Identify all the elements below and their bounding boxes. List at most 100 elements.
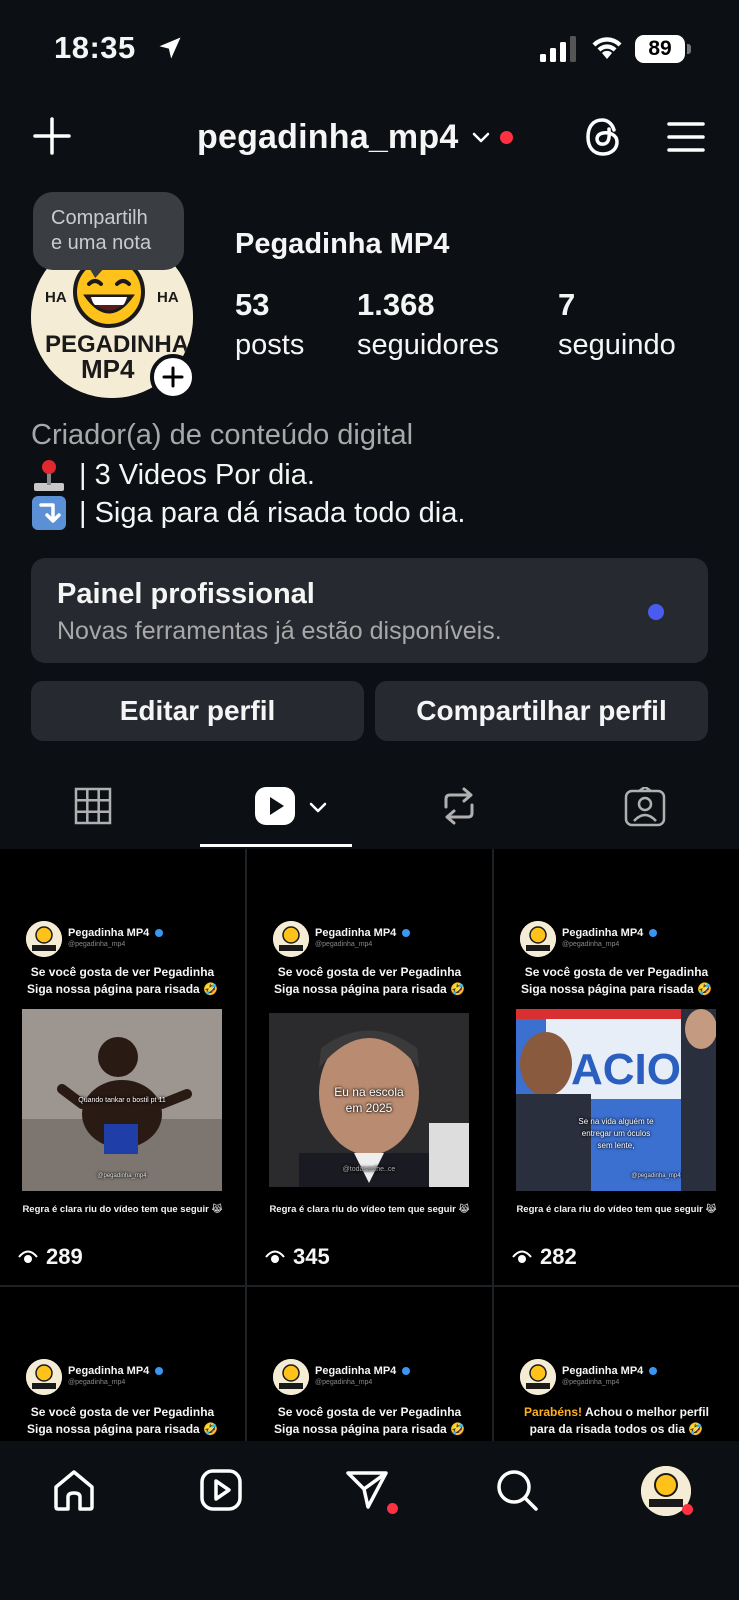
share-profile-button[interactable]: Compartilhar perfil [375, 681, 708, 741]
tile-caption: Parabéns! Achou o melhor perfil para da … [494, 1404, 739, 1438]
reel-tile[interactable]: Pegadinha MP4 @pegadinha_mp4 Se você gost… [0, 849, 245, 1285]
video-overlay-text-3: sem lente, [597, 1141, 635, 1150]
display-name: Pegadinha MP4 [235, 228, 450, 260]
location-arrow-icon [159, 37, 181, 59]
panel-indicator-dot [648, 604, 664, 620]
bio-text-2: | Siga para dá risada todo dia. [79, 496, 466, 529]
add-story-button[interactable] [150, 354, 196, 400]
reel-tile[interactable]: Pegadinha MP4 @pegadinha_mp4 Se você gost… [494, 849, 739, 1285]
direct-icon[interactable] [344, 1467, 390, 1513]
mini-avatar [520, 1359, 556, 1395]
tile-account-name: Pegadinha MP4 [68, 927, 150, 939]
stat-posts[interactable]: 53 posts [235, 287, 304, 362]
stat-following[interactable]: 7 seguindo [558, 287, 676, 362]
bio-line-1: | 3 Videos Por dia. [31, 457, 315, 493]
username: pegadinha_mp4 [197, 117, 459, 156]
edit-profile-button[interactable]: Editar perfil [31, 681, 364, 741]
tile-account-header: Pegadinha MP4 @pegadinha_mp4 [273, 921, 411, 957]
reels-grid: Pegadinha MP4 @pegadinha_mp4 Se você gost… [0, 849, 739, 1441]
plus-icon[interactable] [32, 116, 72, 156]
svg-text:MP4: MP4 [81, 354, 135, 384]
eye-icon [18, 1250, 38, 1263]
tile-rule-text: Regra é clara riu do vídeo tem que segui… [516, 1204, 717, 1215]
view-count-value: 345 [293, 1244, 330, 1269]
caption-line-2: para da risada todos os dia 🤣 [529, 1422, 704, 1436]
reels-icon[interactable] [198, 1467, 244, 1513]
caption-line-1: Se você gosta de ver Pegadinha [30, 965, 215, 979]
stat-followers[interactable]: 1.368 seguidores [357, 287, 499, 362]
bio-text-1: | 3 Videos Por dia. [79, 458, 315, 491]
video-watermark: @pegadinha_mp4 [631, 1173, 681, 1179]
tile-caption: Se você gosta de ver Pegadinha Siga noss… [247, 964, 492, 998]
reel-tile[interactable]: Pegadinha MP4 @pegadinha_mp4 Se você gost… [247, 849, 492, 1285]
mini-avatar [273, 1359, 309, 1395]
eye-icon [512, 1250, 532, 1263]
svg-text:HA: HA [157, 289, 179, 306]
search-icon[interactable] [494, 1467, 540, 1513]
tile-caption: Se você gosta de ver Pegadinha Siga noss… [494, 964, 739, 998]
caption-line-2: Siga nossa página para risada 🤣 [273, 982, 465, 996]
stat-label: seguindo [558, 329, 676, 361]
tile-account-handle: @pegadinha_mp4 [68, 1379, 126, 1386]
tile-account-handle: @pegadinha_mp4 [562, 1379, 620, 1386]
reel-tile[interactable]: Pegadinha MP4 @pegadinha_mp4 Parabéns! Ac… [494, 1287, 739, 1441]
video-overlay-text-2: em 2025 [345, 1101, 393, 1115]
tile-account-name: Pegadinha MP4 [315, 1365, 397, 1377]
bottom-nav [0, 1441, 739, 1600]
video-thumbnail: Eu na escola em 2025 @todasasthe..ce [269, 1013, 469, 1187]
verified-icon [402, 1367, 411, 1376]
tagged-icon[interactable] [624, 787, 666, 827]
video-thumbnail: ACION Se na vida alguém te entregar um ó… [516, 1009, 716, 1191]
wifi-icon [592, 37, 622, 59]
caption-rest: Achou o melhor perfil [582, 1405, 709, 1419]
tile-caption: Se você gosta de ver Pegadinha Siga noss… [247, 1404, 492, 1438]
tile-account-header: Pegadinha MP4 @pegadinha_mp4 [520, 921, 658, 957]
tile-account-handle: @pegadinha_mp4 [68, 941, 126, 948]
menu-icon[interactable] [667, 120, 705, 154]
tile-account-header: Pegadinha MP4 @pegadinha_mp4 [26, 921, 164, 957]
tile-account-handle: @pegadinha_mp4 [315, 941, 373, 948]
panel-title: Painel profissional [57, 578, 315, 610]
caption-highlight: Parabéns! [524, 1405, 583, 1419]
tile-caption: Se você gosta de ver Pegadinha Siga noss… [0, 1404, 245, 1438]
video-overlay-text-1: Eu na escola [334, 1085, 404, 1099]
eye-icon [265, 1250, 285, 1263]
stat-value: 7 [558, 287, 576, 322]
status-time: 18:35 [54, 30, 136, 65]
tile-account-name: Pegadinha MP4 [562, 927, 644, 939]
threads-icon[interactable] [583, 116, 623, 158]
svg-text:HA: HA [45, 289, 67, 306]
tile-account-header: Pegadinha MP4 @pegadinha_mp4 [26, 1359, 164, 1395]
notification-dot [500, 130, 514, 144]
share-note-bubble[interactable]: Compartilh e uma nota [33, 192, 184, 270]
tile-account-header: Pegadinha MP4 @pegadinha_mp4 [520, 1359, 658, 1395]
chevron-down-icon [309, 802, 327, 813]
account-switcher[interactable]: pegadinha_mp4 [197, 115, 514, 159]
reel-tile[interactable]: Pegadinha MP4 @pegadinha_mp4 Se você gost… [247, 1287, 492, 1441]
grid-icon[interactable] [74, 787, 112, 825]
professional-dashboard[interactable]: Painel profissional Novas ferramentas já… [31, 558, 708, 663]
status-bar: 18:35 89 [0, 0, 739, 100]
tile-account-header: Pegadinha MP4 @pegadinha_mp4 [273, 1359, 411, 1395]
tile-rule-text: Regra é clara riu do vídeo tem que segui… [22, 1204, 223, 1215]
arrow-down-icon [32, 496, 66, 530]
tile-rule-text: Regra é clara riu do vídeo tem que segui… [269, 1204, 470, 1215]
caption-line-2: Siga nossa página para risada 🤣 [520, 982, 712, 996]
caption-line-1: Se você gosta de ver Pegadinha [524, 965, 709, 979]
mini-avatar [520, 921, 556, 957]
tile-account-name: Pegadinha MP4 [68, 1365, 150, 1377]
home-icon[interactable] [51, 1467, 97, 1513]
tab-reels[interactable] [253, 785, 343, 827]
tile-account-handle: @pegadinha_mp4 [315, 1379, 373, 1386]
reel-tile[interactable]: Pegadinha MP4 @pegadinha_mp4 Se você gost… [0, 1287, 245, 1441]
battery-icon: 89 [635, 35, 691, 63]
reposts-icon[interactable] [440, 785, 478, 827]
view-count: 289 [18, 1244, 83, 1270]
caption-line-1: Se você gosta de ver Pegadinha [277, 1405, 462, 1419]
stat-value: 1.368 [357, 287, 435, 322]
tile-account-name: Pegadinha MP4 [562, 1365, 644, 1377]
verified-icon [155, 1367, 164, 1376]
bio-line-2: | Siga para dá risada todo dia. [31, 495, 465, 531]
mini-avatar [273, 921, 309, 957]
video-watermark: @todasasthe..ce [342, 1166, 396, 1173]
